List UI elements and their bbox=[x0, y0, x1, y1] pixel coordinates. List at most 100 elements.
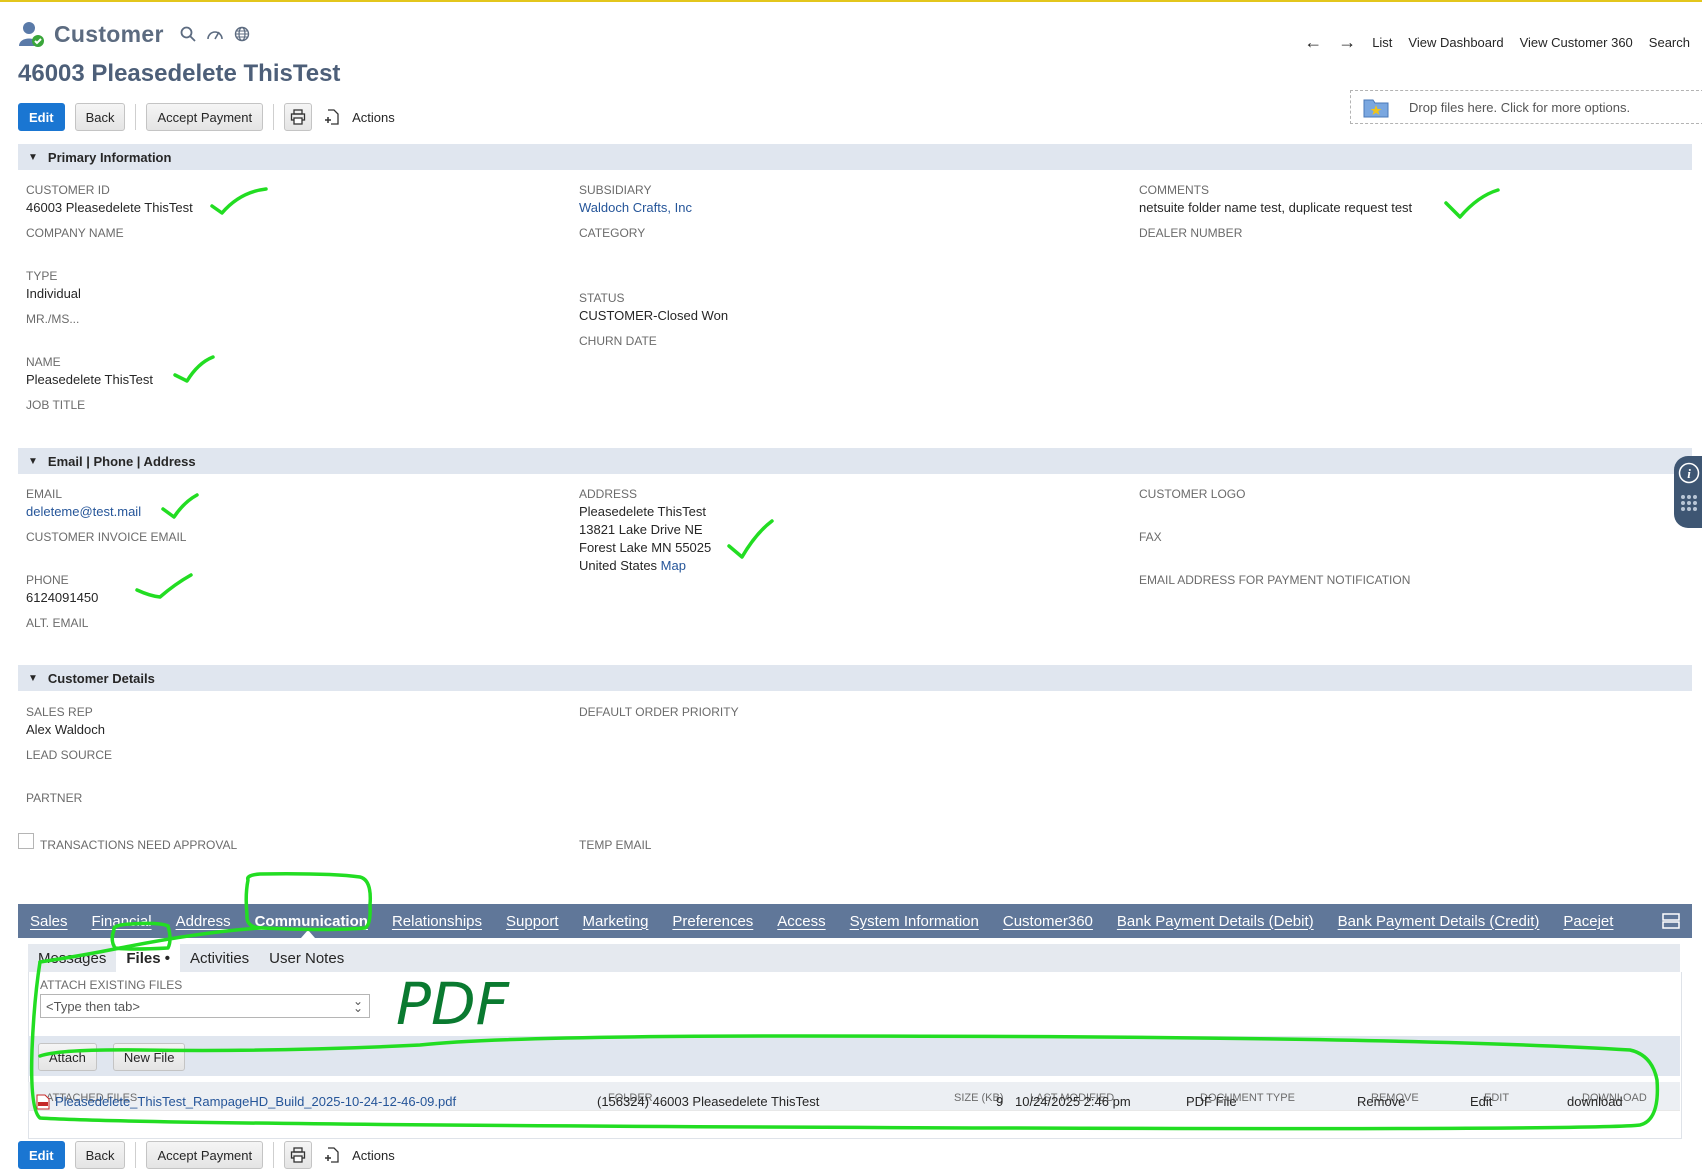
section-title: Customer Details bbox=[47, 670, 155, 686]
tab-customer360[interactable]: Customer360 bbox=[991, 913, 1105, 930]
company-name-label: COMPANY NAME bbox=[26, 226, 124, 240]
tab-address[interactable]: Address bbox=[164, 913, 243, 930]
printer-icon bbox=[290, 109, 306, 125]
section-customer-details[interactable]: ▼ Customer Details bbox=[18, 665, 1692, 691]
print-button[interactable] bbox=[284, 1141, 313, 1169]
transactions-approval-label: TRANSACTIONS NEED APPROVAL bbox=[40, 838, 238, 852]
actions-menu[interactable]: Actions bbox=[352, 1148, 395, 1163]
new-file-button[interactable]: New File bbox=[112, 1043, 186, 1071]
attached-file-link[interactable]: Pleasedelete_ThisTest_RampageHD_Build_20… bbox=[55, 1094, 456, 1109]
subtab-activities[interactable]: Activities bbox=[180, 950, 259, 967]
file-folder: (156324) 46003 Pleasedelete ThisTest bbox=[597, 1094, 820, 1109]
tab-sales[interactable]: Sales bbox=[18, 913, 80, 930]
divider bbox=[273, 1142, 275, 1168]
mr-ms-label: MR./MS... bbox=[26, 312, 80, 326]
attach-button[interactable]: Attach bbox=[38, 1043, 97, 1071]
dialpad-icon bbox=[1681, 495, 1697, 511]
search-link[interactable]: Search bbox=[1649, 35, 1690, 50]
email-link[interactable]: deleteme@test.mail bbox=[26, 504, 141, 519]
chevron-down-icon: ▼ bbox=[28, 672, 38, 684]
folder-star-icon bbox=[1363, 99, 1389, 118]
customer-id-value: 46003 Pleasedelete ThisTest bbox=[26, 200, 193, 215]
tab-access[interactable]: Access bbox=[765, 913, 837, 930]
back-button[interactable]: Back bbox=[74, 1141, 126, 1169]
download-file-link[interactable]: download bbox=[1567, 1094, 1623, 1109]
search-icon[interactable] bbox=[180, 26, 196, 42]
list-link[interactable]: List bbox=[1372, 35, 1392, 50]
tab-support[interactable]: Support bbox=[494, 913, 571, 930]
lead-source-label: LEAD SOURCE bbox=[26, 748, 113, 762]
fax-label: FAX bbox=[1139, 530, 1162, 544]
edit-button[interactable]: Edit bbox=[18, 103, 65, 131]
divider bbox=[273, 104, 275, 130]
subsidiary-label: SUBSIDIARY bbox=[579, 183, 652, 197]
row-divider bbox=[28, 1110, 1680, 1111]
next-record-icon[interactable]: → bbox=[1338, 32, 1356, 53]
tab-pacejet[interactable]: Pacejet bbox=[1551, 913, 1625, 930]
address-line-3: Forest Lake MN 55025 bbox=[579, 540, 712, 555]
actions-menu-icon[interactable] bbox=[322, 1145, 342, 1165]
globe-icon[interactable] bbox=[234, 26, 250, 42]
customer-id-label: CUSTOMER ID bbox=[26, 183, 110, 197]
print-button[interactable] bbox=[284, 103, 313, 131]
info-icon: i bbox=[1678, 462, 1700, 484]
checkmark-icon bbox=[727, 519, 774, 559]
view-dashboard-link[interactable]: View Dashboard bbox=[1408, 35, 1503, 50]
actions-menu[interactable]: Actions bbox=[352, 110, 395, 125]
edit-button[interactable]: Edit bbox=[18, 1141, 65, 1169]
transactions-approval-checkbox[interactable] bbox=[18, 833, 34, 849]
status-label: STATUS bbox=[579, 291, 625, 305]
accept-payment-button[interactable]: Accept Payment bbox=[146, 1141, 264, 1169]
invoice-email-label: CUSTOMER INVOICE EMAIL bbox=[26, 530, 187, 544]
subsidiary-link[interactable]: Waldoch Crafts, Inc bbox=[579, 200, 692, 215]
accept-payment-button[interactable]: Accept Payment bbox=[146, 103, 264, 131]
sales-rep-value: Alex Waldoch bbox=[26, 722, 105, 737]
pdf-file-icon bbox=[36, 1094, 50, 1110]
edit-file-link[interactable]: Edit bbox=[1470, 1094, 1492, 1109]
name-value: Pleasedelete ThisTest bbox=[26, 372, 153, 387]
tab-marketing[interactable]: Marketing bbox=[571, 913, 661, 930]
file-dropzone[interactable]: Drop files here. Click for more options. bbox=[1350, 90, 1702, 124]
actions-menu-icon[interactable] bbox=[322, 107, 342, 127]
back-button[interactable]: Back bbox=[74, 103, 126, 131]
subtab-files[interactable]: Files • bbox=[116, 944, 180, 972]
checkmark-icon bbox=[135, 573, 193, 599]
phone-label: PHONE bbox=[26, 573, 69, 587]
section-email-phone-address[interactable]: ▼ Email | Phone | Address bbox=[18, 448, 1692, 474]
attach-files-select[interactable]: <Type then tab> ⌄ ⌄ bbox=[40, 994, 370, 1018]
map-link[interactable]: Map bbox=[661, 558, 686, 573]
name-label: NAME bbox=[26, 355, 61, 369]
side-info-widget[interactable]: i bbox=[1674, 456, 1702, 528]
checkmark-icon bbox=[173, 355, 215, 383]
subtab-messages[interactable]: Messages bbox=[28, 950, 116, 967]
dealer-number-label: DEALER NUMBER bbox=[1139, 226, 1243, 240]
files-toolbar bbox=[28, 1036, 1680, 1076]
page-title: 46003 Pleasedelete ThisTest bbox=[18, 60, 341, 87]
alt-email-label: ALT. EMAIL bbox=[26, 616, 89, 630]
sub-tab-bar: Messages Files • Activities User Notes bbox=[28, 944, 1680, 972]
tab-menu-icon[interactable] bbox=[1662, 912, 1680, 930]
category-label: CATEGORY bbox=[579, 226, 646, 240]
tab-financial[interactable]: Financial bbox=[80, 913, 164, 930]
previous-record-icon[interactable]: ← bbox=[1304, 32, 1322, 53]
remove-file-link[interactable]: Remove bbox=[1357, 1094, 1405, 1109]
tab-relationships[interactable]: Relationships bbox=[380, 913, 494, 930]
tab-bank-payment-credit[interactable]: Bank Payment Details (Credit) bbox=[1326, 913, 1552, 930]
sales-rep-label: SALES REP bbox=[26, 705, 93, 719]
section-title: Email | Phone | Address bbox=[47, 453, 196, 469]
file-size: 9 bbox=[996, 1094, 1004, 1109]
tab-preferences[interactable]: Preferences bbox=[660, 913, 765, 930]
dashboard-icon[interactable] bbox=[206, 26, 224, 42]
tab-system-information[interactable]: System Information bbox=[838, 913, 991, 930]
view-customer360-link[interactable]: View Customer 360 bbox=[1520, 35, 1633, 50]
section-primary-information[interactable]: ▼ Primary Information bbox=[18, 144, 1692, 170]
tab-bank-payment-debit[interactable]: Bank Payment Details (Debit) bbox=[1105, 913, 1326, 930]
chevron-down-icon: ▼ bbox=[28, 151, 38, 163]
partner-label: PARTNER bbox=[26, 791, 83, 805]
files-button-row: Attach New File bbox=[38, 1043, 186, 1071]
section-title: Primary Information bbox=[47, 149, 172, 165]
tab-communication[interactable]: Communication bbox=[243, 913, 380, 930]
churn-date-label: CHURN DATE bbox=[579, 334, 657, 348]
subtab-user-notes[interactable]: User Notes bbox=[259, 950, 354, 967]
double-chevron-down-icon[interactable]: ⌄ ⌄ bbox=[353, 995, 363, 1014]
